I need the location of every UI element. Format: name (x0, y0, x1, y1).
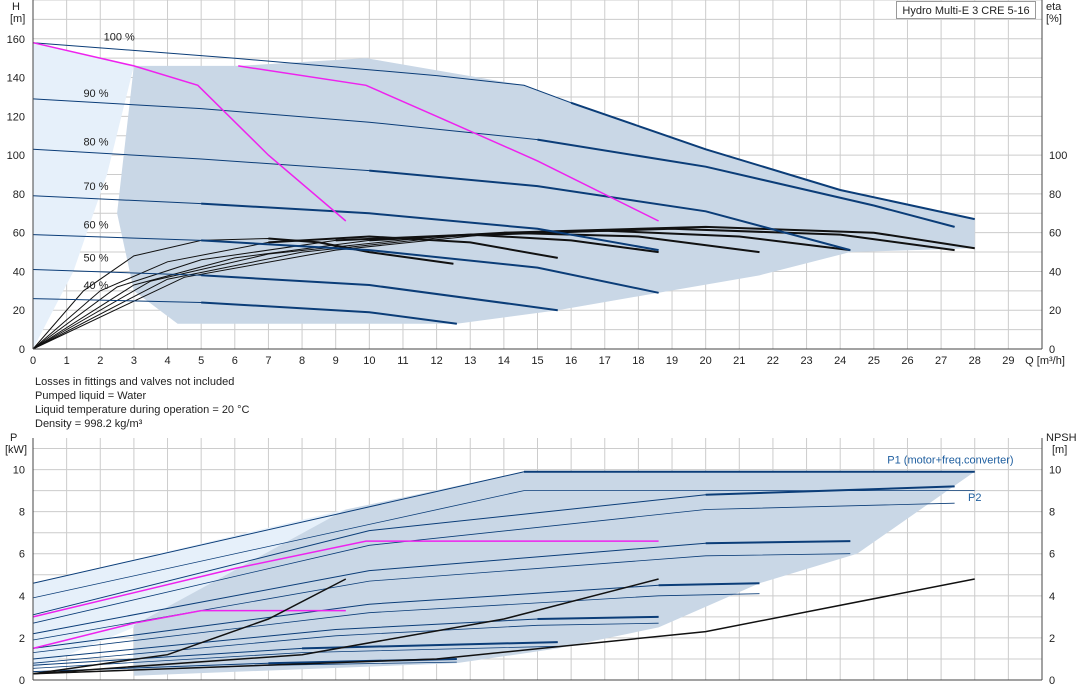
x-tick-label: 13 (464, 355, 476, 367)
p2-series-label: P2 (968, 492, 981, 504)
pump-model-label: Hydro Multi-E 3 CRE 5-16 (896, 1, 1036, 19)
power-npsh-chart: P1 (motor+freq.converter) P2 0 2 4 6 8 10 0 2 4 6 8 1… (5, 432, 1077, 687)
y-left-tick-label: 20 (13, 305, 25, 317)
y-left-tick-label: 8 (19, 507, 25, 519)
y-left-tick-label: 40 (13, 266, 25, 278)
x-tick-label: 22 (767, 355, 779, 367)
x-tick-label: 5 (198, 355, 204, 367)
y-left-tick-label: 80 (13, 189, 25, 201)
y-right-axis-unit: [m] (1052, 444, 1067, 456)
y-left-tick-label: 0 (19, 344, 25, 356)
y-left-tick-label: 10 (13, 465, 25, 477)
x-tick-label: 17 (599, 355, 611, 367)
x-tick-label: 3 (131, 355, 137, 367)
y-right-tick-label: 10 (1049, 465, 1061, 477)
y-right-axis-unit: [%] (1046, 13, 1062, 25)
x-tick-label: 14 (498, 355, 510, 367)
x-tick-label: 28 (969, 355, 981, 367)
speed-label: 90 % (83, 88, 108, 100)
y-right-tick-label: 100 (1049, 150, 1067, 162)
x-tick-label: 12 (430, 355, 442, 367)
note-liquid: Pumped liquid = Water (35, 390, 147, 402)
x-axis-title: Q [m³/h] (1025, 355, 1065, 367)
y-left-tick-label: 2 (19, 633, 25, 645)
speed-label: 100 % (104, 32, 135, 44)
x-tick-label: 7 (265, 355, 271, 367)
y-left-tick-label: 0 (19, 675, 25, 687)
x-tick-label: 20 (700, 355, 712, 367)
x-tick-label: 27 (935, 355, 947, 367)
x-tick-label: 10 (363, 355, 375, 367)
x-tick-label: 0 (30, 355, 36, 367)
operating-area (133, 471, 975, 676)
speed-label: 50 % (83, 253, 108, 265)
y-right-axis-title: eta (1046, 1, 1062, 13)
y-left-axis-title: H (12, 1, 20, 13)
y-right-tick-label: 8 (1049, 507, 1055, 519)
y-left-axis-title: P (10, 432, 17, 444)
x-tick-label: 4 (164, 355, 170, 367)
speed-label: 80 % (83, 136, 108, 148)
speed-label: 40 % (83, 280, 108, 292)
x-tick-label: 15 (531, 355, 543, 367)
y-right-tick-label: 4 (1049, 591, 1055, 603)
speed-label: 70 % (83, 181, 108, 193)
y-right-tick-label: 60 (1049, 228, 1061, 240)
head-efficiency-chart: 100 %90 %80 %70 %60 %50 %40 %0 1 2 3 4 5 6 7 8 9 1… (7, 0, 1067, 367)
p1-series-label: P1 (motor+freq.converter) (887, 454, 1013, 466)
y-right-tick-label: 40 (1049, 266, 1061, 278)
x-tick-label: 21 (733, 355, 745, 367)
y-left-axis-unit: [m] (10, 13, 25, 25)
y-left-axis-unit: [kW] (5, 444, 27, 456)
x-tick-label: 24 (834, 355, 846, 367)
note-temperature: Liquid temperature during operation = 20… (35, 404, 250, 416)
y-left-tick-label: 60 (13, 228, 25, 240)
y-left-tick-label: 140 (7, 73, 25, 85)
y-right-tick-label: 80 (1049, 189, 1061, 201)
x-tick-label: 16 (565, 355, 577, 367)
y-right-tick-label: 0 (1049, 344, 1055, 356)
y-left-tick-label: 4 (19, 591, 25, 603)
y-left-tick-label: 160 (7, 34, 25, 46)
y-right-tick-label: 0 (1049, 675, 1055, 687)
x-tick-label: 2 (97, 355, 103, 367)
x-tick-label: 9 (333, 355, 339, 367)
x-tick-label: 1 (64, 355, 70, 367)
y-right-tick-label: 20 (1049, 305, 1061, 317)
x-tick-label: 19 (666, 355, 678, 367)
x-tick-label: 11 (397, 355, 408, 367)
x-tick-label: 6 (232, 355, 238, 367)
pump-curve-chart: 100 % 90 % 80 % 70 % 60 % 50 % 40 % 0 1 2 3 4 5 6 7 8 9 1… (0, 0, 1082, 700)
y-right-axis-title: NPSH (1046, 432, 1077, 444)
notes-block: Losses in fittings and valves not includ… (35, 375, 249, 431)
y-left-tick-label: 100 (7, 150, 25, 162)
y-left-tick-label: 120 (7, 111, 25, 123)
x-tick-label: 8 (299, 355, 305, 367)
x-tick-label: 18 (632, 355, 644, 367)
y-right-tick-label: 6 (1049, 549, 1055, 561)
note-density: Density = 998.2 kg/m³ (35, 418, 143, 430)
y-right-tick-label: 2 (1049, 633, 1055, 645)
x-tick-label: 29 (1002, 355, 1014, 367)
y-left-tick-label: 6 (19, 549, 25, 561)
x-tick-label: 23 (800, 355, 812, 367)
x-tick-label: 26 (901, 355, 913, 367)
x-tick-label: 25 (868, 355, 880, 367)
speed-label: 60 % (83, 220, 108, 232)
note-losses: Losses in fittings and valves not includ… (35, 376, 235, 388)
